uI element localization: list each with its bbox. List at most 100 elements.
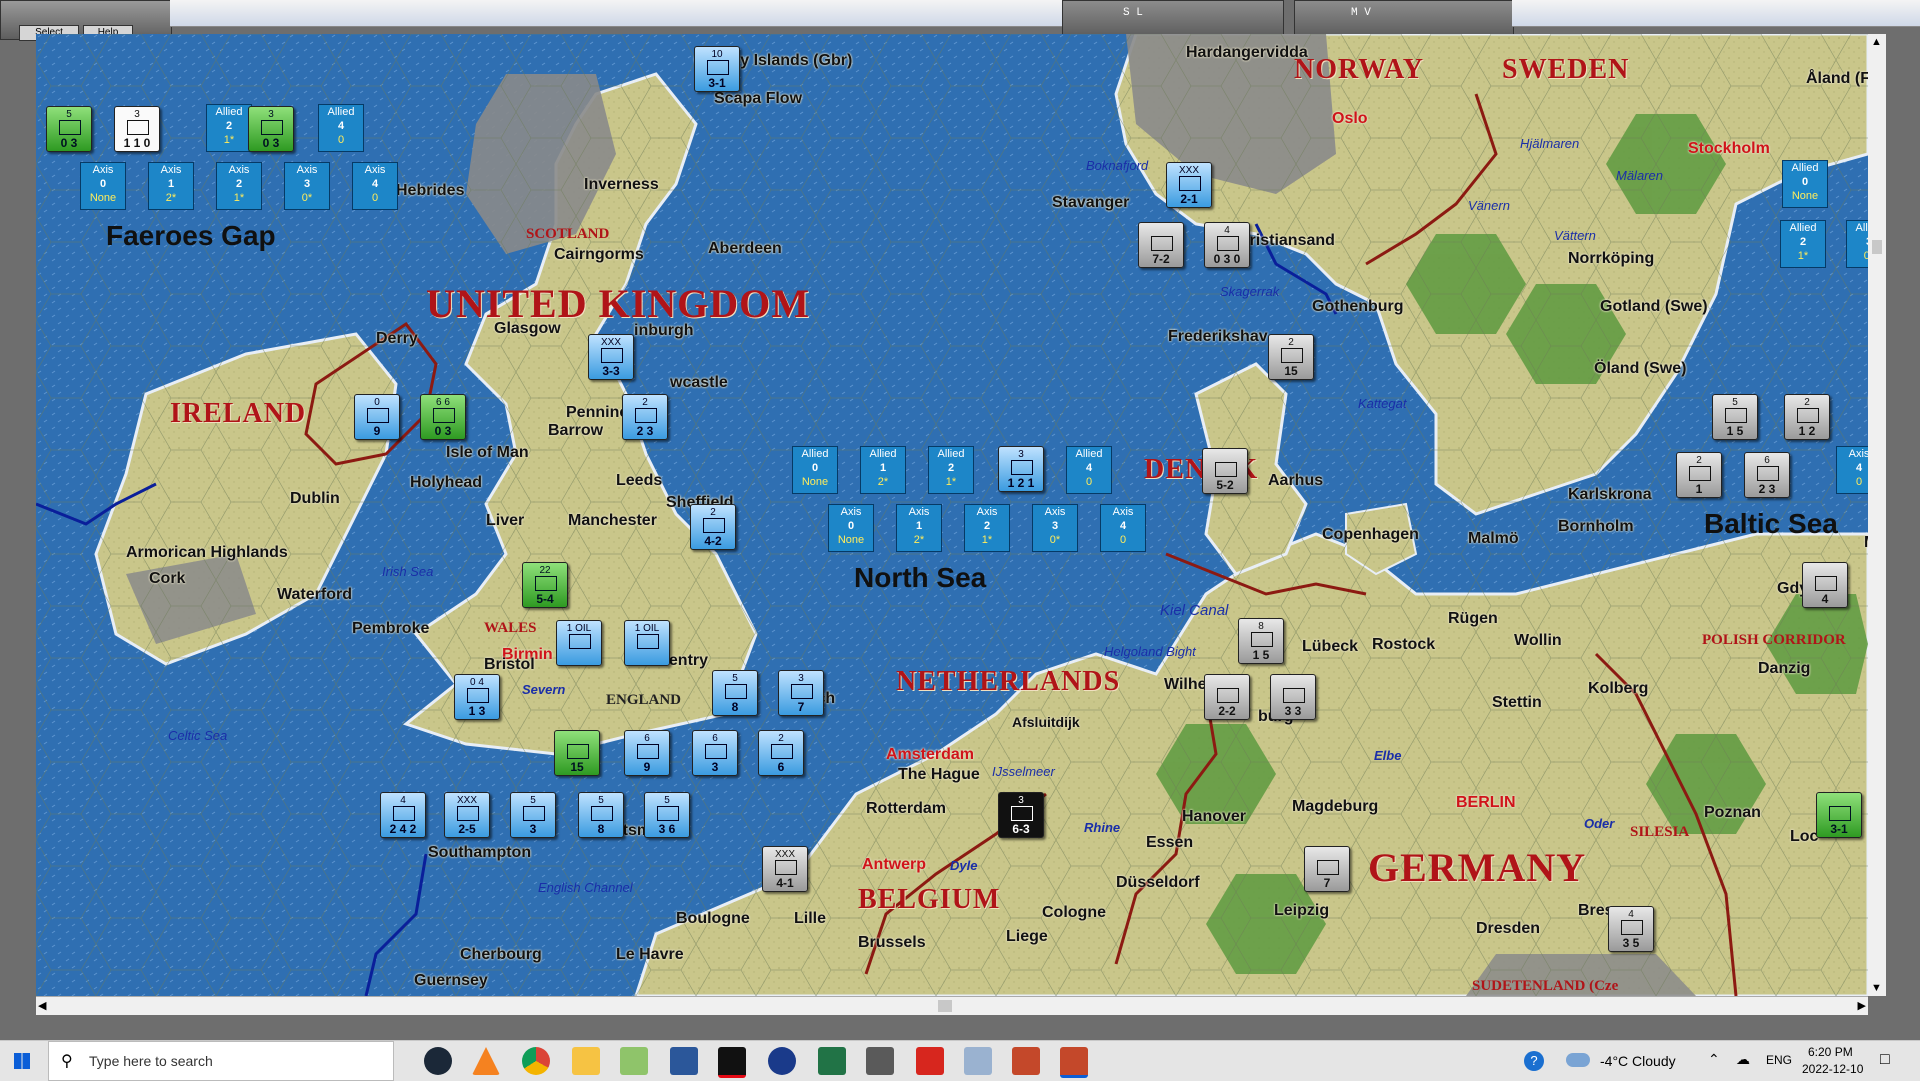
unit-counter-stavanger2[interactable]: 7-2 bbox=[1138, 222, 1184, 268]
scroll-thumb-h[interactable] bbox=[938, 1000, 952, 1012]
unit-counter-oil2[interactable]: 1 OIL bbox=[624, 620, 670, 666]
vertical-scrollbar[interactable]: ▲ ▼ bbox=[1868, 34, 1886, 996]
calculator-icon[interactable] bbox=[866, 1047, 894, 1075]
pool-box[interactable]: Axis 4 0 bbox=[352, 162, 398, 210]
unit-counter-liverpool[interactable]: 22 5-4 bbox=[522, 562, 568, 608]
unit-counter-bristol[interactable]: 15 bbox=[554, 730, 600, 776]
unit-counter-tl2[interactable]: 3 1 1 0 bbox=[114, 106, 160, 152]
pool-box[interactable]: Allied 2 1* bbox=[206, 104, 252, 152]
scroll-up-arrow[interactable]: ▲ bbox=[1871, 36, 1882, 48]
scroll-down-arrow[interactable]: ▼ bbox=[1871, 982, 1882, 994]
unit-counter-hamburg2[interactable]: 3 3 bbox=[1270, 674, 1316, 720]
game-app-icon[interactable] bbox=[1012, 1047, 1040, 1075]
file-explorer-icon[interactable] bbox=[572, 1047, 600, 1075]
horizontal-scrollbar[interactable]: ◀ ▶ bbox=[36, 996, 1868, 1015]
pool-box[interactable]: Axis 1 2* bbox=[896, 504, 942, 552]
unit-counter-pembroke[interactable]: 0 4 1 3 bbox=[454, 674, 500, 720]
pool-box[interactable]: Allied 2 1* bbox=[1780, 220, 1826, 268]
unit-counter-eng1[interactable]: 58 bbox=[712, 670, 758, 716]
pool-box[interactable]: Axis 4 0 bbox=[1100, 504, 1146, 552]
acrobat-icon[interactable] bbox=[916, 1047, 944, 1075]
unit-strength: 9 bbox=[643, 760, 651, 774]
clock-time[interactable]: 6:20 PM bbox=[1808, 1045, 1853, 1059]
unit-counter-ireland1[interactable]: 09 bbox=[354, 394, 400, 440]
scroll-thumb-v[interactable] bbox=[1872, 240, 1882, 254]
chrome-icon[interactable] bbox=[522, 1047, 550, 1075]
notification-icon[interactable]: □ bbox=[1880, 1051, 1890, 1069]
pool-box[interactable]: Allied 2 1* bbox=[928, 446, 974, 494]
pool-box[interactable]: Allied 4 0 bbox=[318, 104, 364, 152]
pool-box[interactable]: Allied 4 0 bbox=[1066, 446, 1112, 494]
vlc-icon[interactable] bbox=[472, 1047, 500, 1075]
unit-counter-breslau[interactable]: 4 3 5 bbox=[1608, 906, 1654, 952]
unit-counter-ireland2[interactable]: 6 6 0 3 bbox=[420, 394, 466, 440]
unit-counter-antwerp[interactable]: XXX 4-1 bbox=[762, 846, 808, 892]
notepad-icon[interactable] bbox=[620, 1047, 648, 1075]
unit-counter-stavanger1[interactable]: XXX 2-1 bbox=[1166, 162, 1212, 208]
pool-box[interactable]: Axis 2 1* bbox=[964, 504, 1010, 552]
unit-counter-poland[interactable]: 3-1 bbox=[1816, 792, 1862, 838]
pool-box[interactable]: Axis 0 None bbox=[828, 504, 874, 552]
unit-counter-tl1[interactable]: 5 0 3 bbox=[46, 106, 92, 152]
unit-counter-soton3[interactable]: 53 bbox=[510, 792, 556, 838]
unit-counter-baltic3[interactable]: 21 bbox=[1676, 452, 1722, 498]
unit-counter-soton2[interactable]: XXX 2-5 bbox=[444, 792, 490, 838]
unit-counter-gdynia[interactable]: 4 bbox=[1802, 562, 1848, 608]
unit-counter-northsea[interactable]: 3 1 2 1 bbox=[998, 446, 1044, 492]
scroll-right-arrow[interactable]: ▶ bbox=[1858, 999, 1866, 1012]
pool-box[interactable]: Axis 0 None bbox=[80, 162, 126, 210]
help-tray-icon[interactable]: ? bbox=[1524, 1051, 1544, 1071]
weather-icon[interactable] bbox=[1566, 1053, 1590, 1067]
game-app-active-icon[interactable] bbox=[1060, 1047, 1088, 1078]
unit-counter-hamburg1[interactable]: 2-2 bbox=[1204, 674, 1250, 720]
chevron-up-icon[interactable]: ⌃ bbox=[1708, 1051, 1720, 1068]
unit-counter-eng3[interactable]: 69 bbox=[624, 730, 670, 776]
window-app-icon[interactable] bbox=[964, 1047, 992, 1075]
unit-counter-scapa[interactable]: 10 3-1 bbox=[694, 46, 740, 92]
pool-box[interactable]: Axis 3 0* bbox=[1032, 504, 1078, 552]
pool-box[interactable]: Axis 2 1* bbox=[216, 162, 262, 210]
unit-counter-soton5[interactable]: 5 3 6 bbox=[644, 792, 690, 838]
pool-box[interactable]: Allied 0 None bbox=[1782, 160, 1828, 208]
network-icon[interactable]: ☁ bbox=[1736, 1051, 1750, 1068]
excel-icon[interactable] bbox=[818, 1047, 846, 1075]
pool-box[interactable]: Axis 4 0 bbox=[1836, 446, 1868, 494]
windows-start-icon[interactable] bbox=[14, 1053, 30, 1069]
unit-counter-soton4[interactable]: 58 bbox=[578, 792, 624, 838]
unit-counter-oil1[interactable]: 1 OIL bbox=[556, 620, 602, 666]
unit-counter-eng4[interactable]: 63 bbox=[692, 730, 738, 776]
unit-counter-baltic1[interactable]: 5 1 5 bbox=[1712, 394, 1758, 440]
pool-box[interactable]: Allied 1 2* bbox=[860, 446, 906, 494]
unit-counter-eng5[interactable]: 26 bbox=[758, 730, 804, 776]
pool-box[interactable]: Allied 0 None bbox=[792, 446, 838, 494]
unit-counter-leeds[interactable]: 2 4-2 bbox=[690, 504, 736, 550]
unit-counter-lubeck[interactable]: 8 1 5 bbox=[1238, 618, 1284, 664]
word-icon[interactable] bbox=[670, 1047, 698, 1075]
pool-box[interactable]: Allied30* bbox=[1846, 220, 1868, 268]
unit-counter-newcastle[interactable]: 2 2 3 bbox=[622, 394, 668, 440]
disney-icon[interactable] bbox=[768, 1047, 796, 1075]
unit-symbol-icon bbox=[457, 806, 479, 821]
unit-counter-leipzig[interactable]: 7 bbox=[1304, 846, 1350, 892]
unit-counter-eng2[interactable]: 37 bbox=[778, 670, 824, 716]
language-indicator[interactable]: ENG bbox=[1766, 1053, 1792, 1067]
unit-counter-tl3[interactable]: 3 0 3 bbox=[248, 106, 294, 152]
unit-top-label: 5 bbox=[732, 673, 738, 684]
scroll-left-arrow[interactable]: ◀ bbox=[38, 999, 46, 1012]
pool-box[interactable]: Axis 3 0* bbox=[284, 162, 330, 210]
unit-counter-amsterdam[interactable]: 3 6-3 bbox=[998, 792, 1044, 838]
unit-counter-baltic2[interactable]: 2 1 2 bbox=[1784, 394, 1830, 440]
clock-date[interactable]: 2022-12-10 bbox=[1802, 1062, 1863, 1076]
unit-counter-denmark[interactable]: 5-2 bbox=[1202, 448, 1248, 494]
steam-icon[interactable] bbox=[424, 1047, 452, 1075]
weather-text[interactable]: -4°C Cloudy bbox=[1600, 1053, 1676, 1069]
unit-counter-soton1[interactable]: 4 2 4 2 bbox=[380, 792, 426, 838]
game-map[interactable]: UNITED KINGDOM IRELAND NORWAY SWEDEN DEN… bbox=[36, 34, 1868, 996]
pool-box[interactable]: Axis 1 2* bbox=[148, 162, 194, 210]
unit-counter-kristiansand[interactable]: 4 0 3 0 bbox=[1204, 222, 1250, 268]
taskbar-search[interactable]: ⚲ Type here to search bbox=[48, 1041, 394, 1081]
unit-counter-edinburgh[interactable]: XXX 3-3 bbox=[588, 334, 634, 380]
unit-counter-frederikshavn[interactable]: 2 15 bbox=[1268, 334, 1314, 380]
netflix-icon[interactable] bbox=[718, 1047, 746, 1078]
unit-counter-baltic4[interactable]: 6 2 3 bbox=[1744, 452, 1790, 498]
